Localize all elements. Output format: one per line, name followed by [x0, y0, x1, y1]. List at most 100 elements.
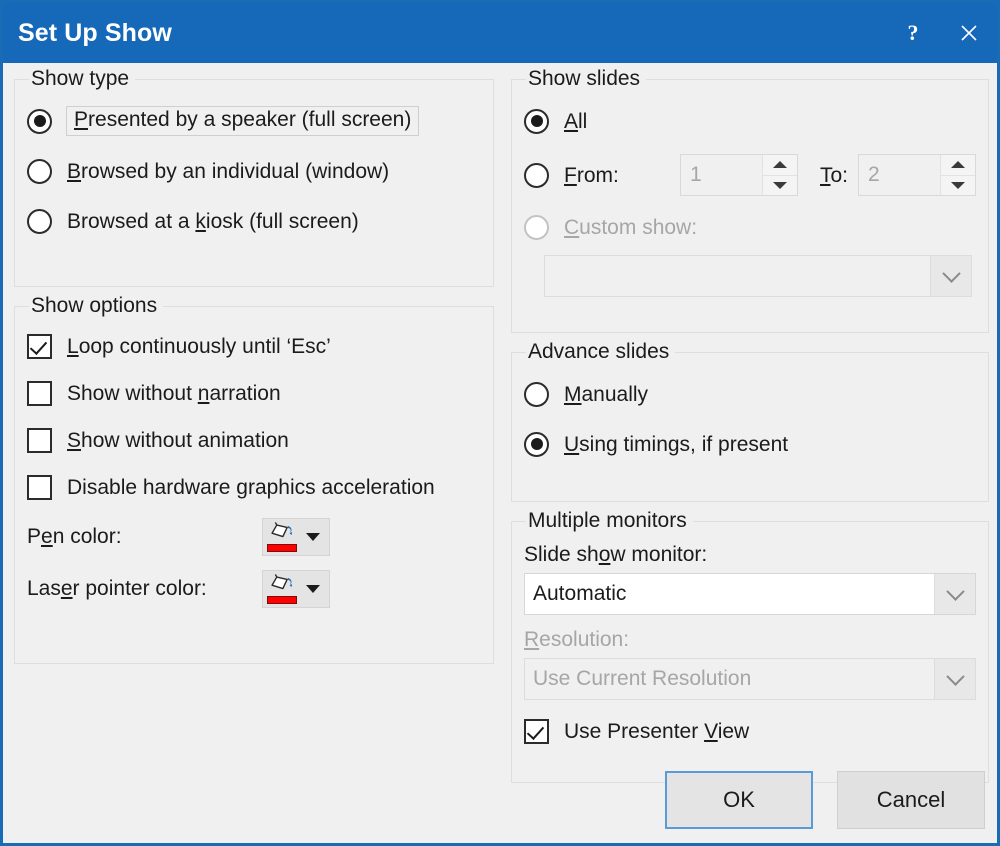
checkbox-show-without-narration-label: Show without narration — [67, 382, 281, 405]
radio-browsed-by-individual[interactable]: Browsed by an individual (window) — [27, 146, 481, 196]
checkbox-use-presenter-view[interactable]: Use Presenter View — [524, 706, 976, 756]
paint-bucket-icon — [266, 572, 298, 606]
from-slide-spin-up[interactable] — [763, 155, 797, 175]
chevron-down-icon — [941, 263, 961, 283]
triangle-up-icon — [773, 161, 787, 169]
radio-browsed-at-kiosk-indicator[interactable] — [27, 208, 52, 234]
slide-range-row: From: 1 To: 2 — [524, 146, 977, 204]
resolution-label: Resolution: — [524, 628, 630, 651]
checkbox-show-without-animation-label: Show without animation — [67, 429, 289, 452]
to-slide-label: To: — [820, 163, 849, 187]
radio-presented-by-speaker[interactable]: Presented by a speaker (full screen) — [27, 96, 481, 146]
show-type-options: Presented by a speaker (full screen) Bro… — [27, 96, 481, 246]
dialog-title: Set Up Show — [18, 18, 172, 47]
to-slide-value[interactable]: 2 — [859, 163, 880, 187]
resolution-combobox[interactable]: Use Current Resolution — [524, 658, 976, 700]
from-slide-spinner[interactable]: 1 — [680, 154, 798, 196]
left-column: Show type Presented by a speaker (full s… — [14, 67, 494, 683]
from-slide-spin-down[interactable] — [763, 174, 797, 196]
radio-presented-by-speaker-focus: Presented by a speaker (full screen) — [66, 106, 420, 136]
advance-slides-title: Advance slides — [526, 340, 676, 364]
triangle-down-icon — [951, 181, 966, 189]
checkbox-show-without-animation[interactable]: Show without animation — [27, 417, 481, 464]
radio-browsed-at-kiosk-label: Browsed at a kiosk (full screen) — [67, 209, 359, 233]
radio-advance-using-timings-label: Using timings, if present — [564, 432, 789, 456]
cancel-button[interactable]: Cancel — [837, 771, 985, 829]
checkbox-use-presenter-view-indicator[interactable] — [524, 718, 549, 744]
show-options-group: Show options Loop continuously until ‘Es… — [14, 294, 494, 664]
checkbox-disable-hardware-acceleration-indicator[interactable] — [27, 475, 52, 500]
multiple-monitors-title: Multiple monitors — [526, 509, 693, 533]
pen-color-row: Pen color: — [27, 511, 481, 563]
radio-advance-manually-label: Manually — [564, 382, 649, 406]
multiple-monitors-content: Slide show monitor: Automatic Resolution… — [524, 544, 976, 756]
checkbox-show-without-narration[interactable]: Show without narration — [27, 370, 481, 417]
checkbox-loop-continuously-indicator[interactable] — [27, 334, 52, 359]
show-type-title: Show type — [29, 67, 136, 91]
radio-presented-by-speaker-label: Presented by a speaker (full screen) — [74, 108, 412, 131]
laser-pointer-color-swatch — [267, 596, 297, 604]
radio-browsed-at-kiosk[interactable]: Browsed at a kiosk (full screen) — [27, 196, 481, 246]
checkbox-disable-hardware-acceleration-label: Disable hardware graphics acceleration — [67, 476, 435, 499]
radio-presented-by-speaker-indicator[interactable] — [27, 108, 52, 134]
custom-show-dropdown-button[interactable] — [930, 256, 971, 296]
resolution-dropdown-button[interactable] — [934, 659, 975, 699]
triangle-up-icon — [951, 161, 966, 169]
title-bar: Set Up Show ? — [3, 3, 997, 63]
radio-all-slides-label: All — [564, 109, 588, 133]
checkbox-disable-hardware-acceleration[interactable]: Disable hardware graphics acceleration — [27, 464, 481, 511]
radio-browsed-by-individual-indicator[interactable] — [27, 158, 52, 184]
radio-from-slides-label: From: — [564, 163, 619, 187]
custom-show-combobox[interactable] — [544, 255, 972, 297]
laser-pointer-color-label: Laser pointer color: — [27, 577, 207, 600]
radio-all-slides-indicator[interactable] — [524, 108, 549, 134]
radio-custom-show-indicator[interactable] — [524, 215, 549, 240]
laser-pointer-color-chevron-down-icon[interactable] — [306, 585, 320, 593]
chevron-down-icon — [945, 581, 965, 601]
laser-pointer-color-button[interactable] — [262, 570, 330, 608]
paint-bucket-glyph — [271, 522, 292, 538]
radio-advance-using-timings[interactable]: Using timings, if present — [524, 419, 976, 469]
advance-slides-group: Advance slides Manually Using timings, i… — [511, 340, 989, 502]
show-slides-content: All From: 1 To: 2 Custom show: — [524, 96, 977, 297]
help-button[interactable]: ? — [885, 3, 941, 63]
radio-custom-show[interactable]: Custom show: — [524, 204, 976, 251]
set-up-show-dialog: Set Up Show ? Show type Presented by a s… — [0, 0, 1000, 846]
resolution-value: Use Current Resolution — [533, 667, 752, 690]
checkbox-show-without-animation-indicator[interactable] — [27, 428, 52, 453]
slide-show-monitor-combobox[interactable]: Automatic — [524, 573, 976, 615]
pen-color-chevron-down-icon[interactable] — [306, 533, 320, 541]
dialog-body: Show type Presented by a speaker (full s… — [3, 63, 997, 843]
from-slide-value[interactable]: 1 — [681, 163, 702, 187]
chevron-down-icon — [945, 666, 965, 686]
show-slides-group: Show slides All From: 1 To: 2 Custom sho… — [511, 67, 989, 333]
checkbox-show-without-narration-indicator[interactable] — [27, 381, 52, 406]
multiple-monitors-group: Multiple monitors Slide show monitor: Au… — [511, 509, 989, 783]
advance-slides-options: Manually Using timings, if present — [524, 369, 976, 469]
radio-custom-show-label: Custom show: — [564, 216, 698, 239]
radio-advance-manually-indicator[interactable] — [524, 381, 549, 407]
slide-show-monitor-label: Slide show monitor: — [524, 543, 708, 566]
checkbox-loop-continuously[interactable]: Loop continuously until ‘Esc’ — [27, 323, 481, 370]
slide-show-monitor-dropdown-button[interactable] — [934, 574, 975, 614]
paint-bucket-icon — [266, 520, 298, 554]
close-button[interactable] — [941, 3, 997, 63]
slide-show-monitor-value: Automatic — [533, 582, 627, 605]
right-column: Show slides All From: 1 To: 2 Custom sho… — [511, 67, 989, 802]
radio-all-slides[interactable]: All — [524, 96, 976, 146]
radio-advance-using-timings-indicator[interactable] — [524, 431, 549, 457]
triangle-down-icon — [773, 181, 787, 189]
radio-from-slides-indicator[interactable] — [524, 162, 549, 188]
question-mark-icon: ? — [907, 20, 919, 45]
pen-color-swatch — [267, 544, 297, 552]
show-type-group: Show type Presented by a speaker (full s… — [14, 67, 494, 287]
ok-button[interactable]: OK — [665, 771, 813, 829]
pen-color-button[interactable] — [262, 518, 330, 556]
to-slide-spin-buttons[interactable] — [940, 155, 976, 196]
to-slide-spinner[interactable]: 2 — [858, 154, 977, 196]
radio-advance-manually[interactable]: Manually — [524, 369, 976, 419]
close-icon — [961, 25, 977, 41]
to-slide-spin-down[interactable] — [941, 174, 976, 196]
to-slide-spin-up[interactable] — [941, 155, 975, 175]
from-slide-spin-buttons[interactable] — [762, 155, 797, 195]
